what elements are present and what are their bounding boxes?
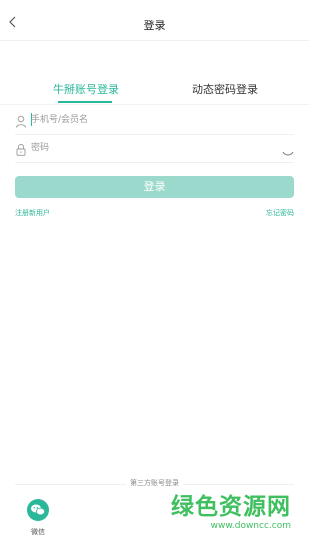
login-button[interactable]: 登录 [15,176,294,198]
password-input[interactable] [31,138,281,158]
login-tabs: 牛掰账号登录 动态密码登录 [0,72,309,105]
register-link[interactable]: 注册新用户 [15,208,50,218]
forgot-password-link[interactable]: 忘记密码 [266,208,294,218]
active-tab-indicator [58,101,112,103]
top-bar: 登录 [0,0,309,41]
third-party-title-text: 第三方账号登录 [126,479,183,487]
lock-icon [15,141,27,156]
page-title: 登录 [143,19,166,32]
watermark: 绿色资源网 www.downcc.com [161,494,291,532]
account-input[interactable] [31,110,281,130]
tab-account-login[interactable]: 牛掰账号登录 [53,81,119,97]
wechat-icon [27,499,49,521]
wechat-label: 微信 [31,528,45,536]
tab-dynamic-password-login[interactable]: 动态密码登录 [192,81,258,97]
user-icon [15,113,27,128]
password-field [15,134,294,163]
text-cursor [31,113,32,126]
wechat-login-button[interactable]: 微信 [26,499,50,539]
eye-closed-icon[interactable] [282,143,294,156]
account-field [15,106,294,135]
watermark-text: 绿色资源网 [171,494,291,520]
third-party-title: 第三方账号登录 [0,478,309,488]
watermark-url: www.downcc.com [210,521,291,531]
